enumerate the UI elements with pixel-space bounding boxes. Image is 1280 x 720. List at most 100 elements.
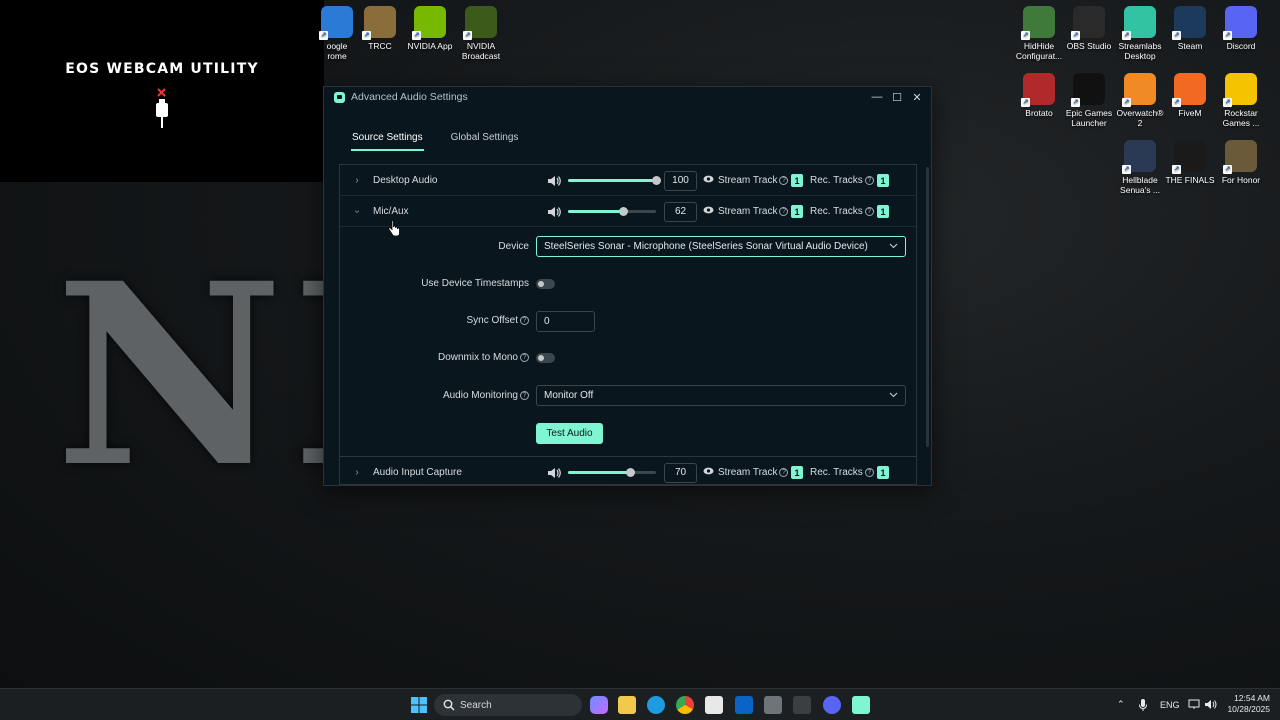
tab-global-settings[interactable]: Global Settings bbox=[450, 132, 520, 151]
slider-handle[interactable] bbox=[618, 207, 628, 216]
device-select[interactable]: SteelSeries Sonar - Microphone (SteelSer… bbox=[536, 236, 906, 257]
copilot-icon[interactable] bbox=[590, 696, 608, 714]
close-button[interactable]: ✕ bbox=[907, 87, 927, 107]
clock-time: 12:54 AM bbox=[1234, 693, 1270, 703]
epic-games-launcher-icon: ↗ bbox=[1071, 73, 1105, 107]
desktop-shortcut-rockstar-games[interactable]: ↗ Rockstar Games ... bbox=[1212, 73, 1270, 128]
volume-input[interactable]: 100 bbox=[664, 170, 697, 191]
ctrl-app-icon[interactable] bbox=[793, 696, 811, 714]
help-icon[interactable]: ? bbox=[779, 467, 789, 477]
tab-source-settings[interactable]: Source Settings bbox=[351, 132, 424, 151]
streamlabs-taskbar-icon[interactable] bbox=[852, 696, 870, 714]
sync-offset-label: Sync Offset? bbox=[340, 315, 529, 326]
device-timestamps-toggle[interactable] bbox=[536, 279, 555, 289]
help-icon[interactable]: ? bbox=[864, 467, 874, 477]
desktop-shortcut-the-finals[interactable]: ↗ THE FINALS bbox=[1161, 140, 1219, 185]
desktop-shortcut-fivem[interactable]: ↗ FiveM bbox=[1161, 73, 1219, 118]
microsoft-store-icon[interactable] bbox=[705, 696, 723, 714]
help-icon[interactable]: ? bbox=[864, 206, 874, 216]
stream-track-label: Stream Track? bbox=[718, 467, 789, 478]
downmix-toggle[interactable] bbox=[536, 353, 555, 363]
desktop-shortcut-steam[interactable]: ↗ Steam bbox=[1161, 6, 1219, 51]
help-icon[interactable]: ? bbox=[520, 352, 529, 362]
desktop-shortcut-obs-studio[interactable]: ↗ OBS Studio bbox=[1060, 6, 1118, 51]
eye-icon[interactable] bbox=[703, 175, 714, 183]
hand-cursor-icon bbox=[388, 220, 400, 237]
desktop-shortcut-nvidia-broadcast[interactable]: ↗ NVIDIA Broadcast bbox=[452, 6, 510, 61]
windows-start-icon[interactable] bbox=[410, 696, 428, 714]
rockstar-games-icon: ↗ bbox=[1223, 73, 1257, 107]
eye-icon[interactable] bbox=[703, 467, 714, 475]
shortcut-arrow-icon: ↗ bbox=[1021, 31, 1030, 40]
discord-taskbar-icon[interactable] bbox=[823, 696, 841, 714]
volume-icon[interactable] bbox=[1204, 699, 1217, 710]
app-icon[interactable] bbox=[764, 696, 782, 714]
rec-tracks-label: Rec. Tracks? bbox=[810, 467, 874, 478]
collapse-chevron-icon[interactable]: › bbox=[352, 207, 363, 217]
help-icon[interactable]: ? bbox=[864, 175, 874, 185]
shortcut-arrow-icon: ↗ bbox=[412, 31, 421, 40]
rec-tracks-badge[interactable]: 1 bbox=[877, 174, 889, 187]
taskbar-search[interactable]: Search bbox=[434, 694, 582, 716]
help-icon[interactable]: ? bbox=[779, 175, 789, 185]
minimize-button[interactable]: — bbox=[867, 87, 887, 107]
source-name: Audio Input Capture bbox=[373, 467, 462, 478]
expand-chevron-icon[interactable]: › bbox=[352, 467, 362, 478]
sync-offset-input[interactable]: 0 bbox=[536, 311, 595, 332]
chrome-icon[interactable] bbox=[676, 696, 694, 714]
help-icon[interactable]: ? bbox=[520, 315, 529, 325]
wallpaper-text: NE bbox=[55, 228, 324, 512]
rec-tracks-badge[interactable]: 1 bbox=[877, 205, 889, 218]
expand-chevron-icon[interactable]: › bbox=[352, 175, 362, 186]
shortcut-label: NVIDIA Broadcast bbox=[461, 41, 501, 61]
desktop-shortcut-nvidia-app[interactable]: ↗ NVIDIA App bbox=[401, 6, 459, 51]
overwatch-2-icon: ↗ bbox=[1122, 73, 1156, 107]
network-icon[interactable] bbox=[1188, 699, 1200, 710]
scrollbar[interactable] bbox=[926, 167, 929, 447]
shortcut-label: FiveM bbox=[1178, 108, 1202, 118]
volume-slider[interactable] bbox=[568, 468, 656, 477]
volume-slider[interactable] bbox=[568, 176, 661, 185]
stream-track-badge[interactable]: 1 bbox=[791, 174, 803, 187]
for-honor-icon: ↗ bbox=[1223, 140, 1257, 174]
desktop-shortcut-for-honor[interactable]: ↗ For Honor bbox=[1212, 140, 1270, 185]
shortcut-arrow-icon: ↗ bbox=[1223, 165, 1232, 174]
streamlabs-app-icon bbox=[334, 91, 345, 103]
search-placeholder: Search bbox=[460, 699, 492, 711]
slider-handle[interactable] bbox=[625, 468, 635, 477]
maximize-button[interactable]: ☐ bbox=[887, 87, 907, 107]
desktop-shortcut-epic-games-launcher[interactable]: ↗ Epic Games Launcher bbox=[1060, 73, 1118, 128]
help-icon[interactable]: ? bbox=[520, 390, 529, 400]
volume-slider[interactable] bbox=[568, 207, 656, 216]
help-icon[interactable]: ? bbox=[779, 206, 789, 216]
source-name: Mic/Aux bbox=[373, 206, 409, 217]
show-hidden-icons[interactable]: ⌃ bbox=[1117, 699, 1125, 710]
speaker-icon[interactable] bbox=[547, 467, 561, 479]
rec-tracks-badge[interactable]: 1 bbox=[877, 466, 889, 479]
speaker-icon[interactable] bbox=[547, 175, 561, 187]
shortcut-arrow-icon: ↗ bbox=[1172, 31, 1181, 40]
volume-input[interactable]: 62 bbox=[664, 201, 697, 222]
desktop-shortcut-discord[interactable]: ↗ Discord bbox=[1212, 6, 1270, 51]
volume-input[interactable]: 70 bbox=[664, 462, 697, 483]
monitoring-value: Monitor Off bbox=[544, 390, 594, 401]
the-finals-icon: ↗ bbox=[1172, 140, 1206, 174]
file-explorer-icon[interactable] bbox=[618, 696, 636, 714]
stream-track-badge[interactable]: 1 bbox=[791, 205, 803, 218]
language-indicator[interactable]: ENG bbox=[1160, 700, 1180, 710]
usb-disconnected-icon bbox=[156, 88, 168, 128]
eye-icon[interactable] bbox=[703, 206, 714, 214]
clock[interactable]: 12:54 AM 10/28/2025 bbox=[1222, 693, 1270, 715]
audio-monitoring-select[interactable]: Monitor Off bbox=[536, 385, 906, 406]
hellblade-senua-s-icon: ↗ bbox=[1122, 140, 1156, 174]
edge-icon[interactable] bbox=[647, 696, 665, 714]
fivem-icon: ↗ bbox=[1172, 73, 1206, 107]
stream-track-badge[interactable]: 1 bbox=[791, 466, 803, 479]
microphone-icon[interactable] bbox=[1138, 698, 1148, 712]
outlook-icon[interactable] bbox=[735, 696, 753, 714]
shortcut-arrow-icon: ↗ bbox=[1122, 98, 1131, 107]
slider-handle[interactable] bbox=[652, 176, 661, 185]
title-bar[interactable]: Advanced Audio Settings — ☐ ✕ bbox=[324, 87, 931, 107]
speaker-icon[interactable] bbox=[547, 206, 561, 218]
test-audio-button[interactable]: Test Audio bbox=[536, 423, 603, 444]
